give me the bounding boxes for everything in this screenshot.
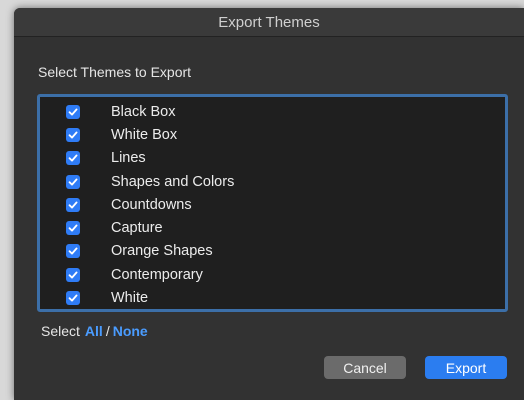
checkbox-checked-icon[interactable] bbox=[66, 174, 80, 189]
export-themes-dialog: Export Themes Select Themes to Export Bl… bbox=[14, 8, 524, 400]
cancel-button[interactable]: Cancel bbox=[324, 356, 406, 379]
theme-label: Contemporary bbox=[111, 266, 203, 283]
theme-row-orange-shapes[interactable]: Orange Shapes bbox=[40, 240, 505, 263]
select-all-none: Select All / None bbox=[41, 323, 148, 339]
theme-label: Black Box bbox=[111, 103, 176, 120]
theme-row-contemporary[interactable]: Contemporary bbox=[40, 263, 505, 286]
theme-row-countdowns[interactable]: Countdowns bbox=[40, 193, 505, 216]
export-button[interactable]: Export bbox=[425, 356, 507, 379]
checkbox-checked-icon[interactable] bbox=[66, 197, 80, 212]
checkbox-checked-icon[interactable] bbox=[66, 151, 80, 166]
select-all-link[interactable]: All bbox=[85, 323, 103, 339]
theme-label: White bbox=[111, 290, 149, 307]
theme-row-white-box[interactable]: White Box bbox=[40, 123, 505, 146]
select-themes-heading: Select Themes to Export bbox=[38, 64, 192, 80]
select-separator: / bbox=[105, 323, 110, 339]
checkbox-checked-icon[interactable] bbox=[66, 104, 80, 119]
theme-label: Lines bbox=[111, 150, 146, 167]
checkbox-checked-icon[interactable] bbox=[66, 221, 80, 236]
theme-row-black-box[interactable]: Black Box bbox=[40, 100, 505, 123]
theme-label: Countdowns bbox=[111, 196, 192, 213]
theme-label: White Box bbox=[111, 126, 178, 143]
checkbox-checked-icon[interactable] bbox=[66, 267, 80, 282]
dialog-titlebar: Export Themes bbox=[14, 8, 524, 37]
themes-list[interactable]: Black Box White Box Lines Shapes and Col… bbox=[37, 94, 508, 312]
dialog-title: Export Themes bbox=[218, 13, 320, 31]
theme-label: Shapes and Colors bbox=[111, 173, 235, 190]
checkbox-checked-icon[interactable] bbox=[66, 244, 80, 259]
theme-row-lines[interactable]: Lines bbox=[40, 147, 505, 170]
checkbox-checked-icon[interactable] bbox=[66, 127, 80, 142]
select-prefix: Select bbox=[41, 323, 80, 339]
theme-row-capture[interactable]: Capture bbox=[40, 216, 505, 239]
theme-row-shapes-and-colors[interactable]: Shapes and Colors bbox=[40, 170, 505, 193]
theme-label: Capture bbox=[111, 220, 163, 237]
checkbox-checked-icon[interactable] bbox=[66, 291, 80, 306]
select-none-link[interactable]: None bbox=[113, 323, 148, 339]
theme-label: Orange Shapes bbox=[111, 243, 213, 260]
theme-row-white[interactable]: White bbox=[40, 286, 505, 309]
